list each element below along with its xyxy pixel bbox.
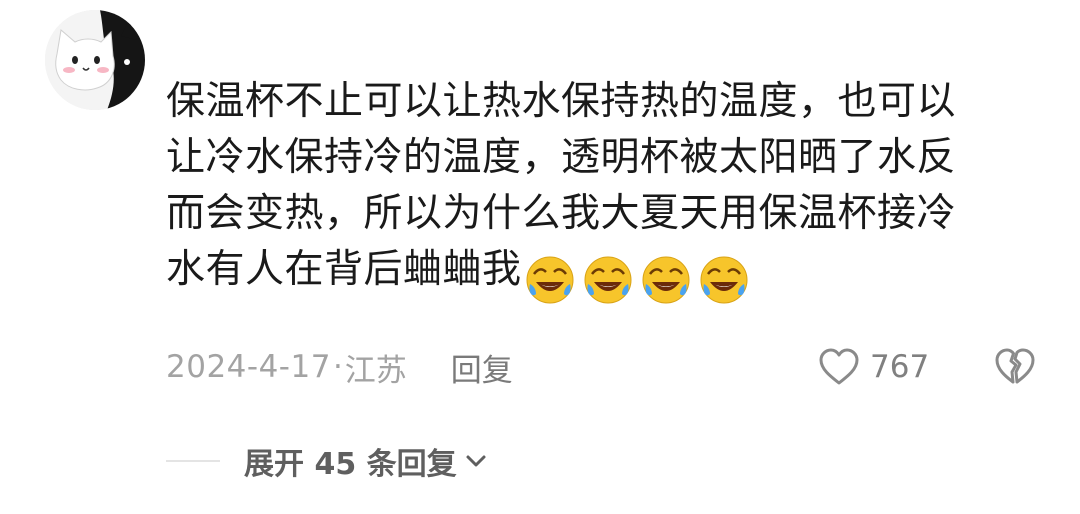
like-button[interactable]: 767 — [816, 342, 929, 392]
comment-line: 而会变热，所以为什么我大夏天用保温杯接冷 — [166, 191, 957, 236]
expand-replies-row: 展开 45 条回复 — [166, 436, 489, 486]
comment-line-last: 水有人在背后蛐蛐我 — [166, 242, 1026, 306]
emoji-row — [524, 250, 756, 306]
comment-date: 2024-4-17 — [166, 349, 331, 385]
comment-meta: 2024-4-17 · 江苏 回复 — [166, 342, 513, 392]
user-avatar[interactable] — [45, 10, 145, 110]
comment-item: 保温杯不止可以让热水保持热的温度，也可以 让冷水保持冷的温度，透明杯被太阳晒了水… — [0, 0, 1080, 514]
meta-separator: · — [332, 349, 343, 385]
expand-replies-label: 展开 45 条回复 — [244, 447, 457, 482]
broken-heart-icon — [995, 348, 1035, 384]
comment-location: 江苏 — [344, 352, 407, 389]
like-count: 767 — [870, 349, 930, 385]
dislike-button[interactable] — [992, 344, 1038, 390]
comment-line: 水有人在背后蛐蛐我 — [166, 247, 522, 292]
chevron-down-icon — [466, 455, 486, 467]
rolling-laughing-emoji-icon — [642, 256, 690, 303]
reply-button[interactable]: 回复 — [451, 345, 513, 390]
cat-avatar-icon — [45, 10, 145, 110]
comment-line: 让冷水保持冷的温度，透明杯被太阳晒了水反 — [166, 135, 957, 180]
comment-line: 保温杯不止可以让热水保持热的温度，也可以 — [166, 79, 957, 124]
heart-outline-icon — [819, 348, 859, 385]
rolling-laughing-emoji-icon — [700, 256, 748, 303]
rolling-laughing-emoji-icon — [584, 256, 632, 303]
divider-line — [166, 460, 220, 462]
rolling-laughing-emoji-icon — [526, 256, 574, 303]
expand-replies-button[interactable]: 展开 45 条回复 — [244, 439, 489, 483]
comment-body: 保温杯不止可以让热水保持热的温度，也可以 让冷水保持冷的温度，透明杯被太阳晒了水… — [166, 74, 1026, 306]
